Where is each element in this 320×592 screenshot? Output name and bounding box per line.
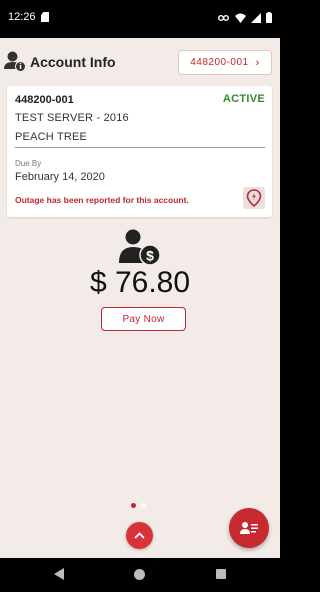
server-name: TEST SERVER - 2016 bbox=[15, 112, 129, 124]
status-badge: ACTIVE bbox=[222, 93, 265, 105]
contact-card-icon bbox=[240, 522, 258, 534]
contact-button[interactable] bbox=[229, 508, 269, 548]
sd-card-icon bbox=[41, 12, 49, 22]
divider bbox=[15, 147, 265, 148]
chevron-up-icon bbox=[134, 532, 145, 539]
svg-text:$: $ bbox=[146, 248, 154, 264]
outage-map-pin-icon bbox=[246, 189, 262, 207]
header: Account Info 448200-001 › bbox=[0, 38, 280, 84]
chevron-right-icon: › bbox=[255, 56, 260, 69]
battery-icon bbox=[266, 12, 272, 23]
account-selector-button[interactable]: 448200-001 › bbox=[178, 50, 272, 75]
account-number: 448200-001 bbox=[15, 94, 74, 106]
user-dollar-icon: $ bbox=[119, 229, 161, 266]
location-name: PEACH TREE bbox=[15, 131, 88, 143]
app-content: Account Info 448200-001 › 448200-001 ACT… bbox=[0, 38, 280, 558]
due-date: February 14, 2020 bbox=[15, 171, 105, 183]
page-dot bbox=[141, 503, 146, 508]
wifi-icon bbox=[235, 13, 246, 23]
page-indicator bbox=[131, 503, 146, 508]
system-nav-bar bbox=[0, 558, 280, 592]
page-dot-active bbox=[131, 503, 136, 508]
status-icons bbox=[218, 12, 272, 23]
scroll-up-button[interactable] bbox=[126, 522, 153, 549]
account-card[interactable]: 448200-001 ACTIVE TEST SERVER - 2016 PEA… bbox=[7, 86, 272, 217]
recent-apps-icon[interactable] bbox=[216, 569, 226, 579]
account-selector-label: 448200-001 bbox=[190, 57, 249, 68]
outage-map-button[interactable] bbox=[243, 187, 265, 209]
home-icon[interactable] bbox=[134, 569, 145, 580]
signal-icon bbox=[251, 12, 261, 23]
vpn-key-icon bbox=[218, 14, 229, 21]
outage-message: Outage has been reported for this accoun… bbox=[15, 195, 189, 205]
due-label: Due By bbox=[15, 159, 42, 168]
status-time: 12:26 bbox=[8, 11, 36, 23]
page-title: Account Info bbox=[30, 54, 116, 70]
status-bar: 12:26 bbox=[0, 0, 280, 38]
pay-now-button[interactable]: Pay Now bbox=[101, 307, 186, 331]
back-icon[interactable] bbox=[54, 568, 64, 580]
amount-due: $ 76.80 bbox=[89, 266, 191, 299]
account-info-icon bbox=[4, 51, 26, 72]
